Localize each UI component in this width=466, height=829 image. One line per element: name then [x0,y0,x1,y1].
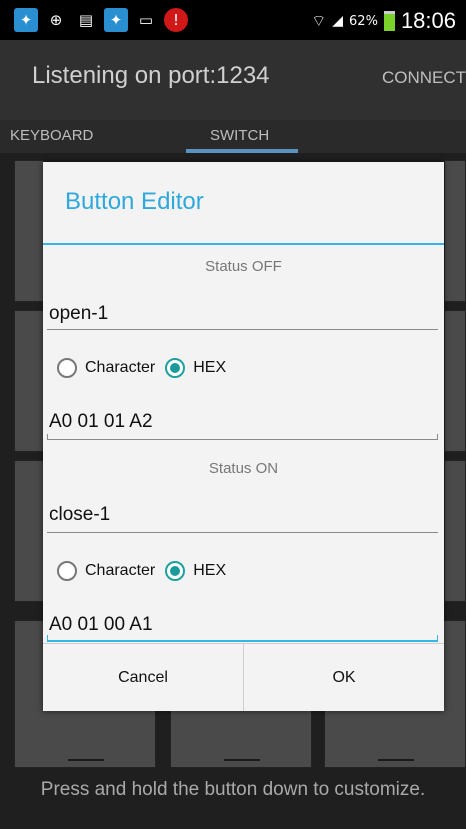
status-right: ⌔ ◢ 62% 18:06 [311,8,456,34]
title-divider [43,243,444,245]
status-on-name-underline [47,532,438,533]
connect-button[interactable]: CONNECT [382,68,466,88]
status-bar: ✦ ⊕ ▤ ✦ ▭ ! ⌔ ◢ 62% 18:06 [0,0,466,40]
status-off-character-radio[interactable] [57,358,77,378]
status-off-name-underline [47,329,438,330]
status-on-character-radio[interactable] [57,561,77,581]
radio-dot-icon [170,566,181,576]
battery-icon [383,11,395,31]
switch-button[interactable] [14,460,44,602]
button-editor-dialog: Button Editor Status OFF open-1 Characte… [43,162,444,711]
hint-text: Press and hold the button down to custom… [40,779,426,800]
status-off-hex-radio[interactable] [165,358,186,378]
switch-button[interactable] [444,310,466,452]
status-on-hex-label[interactable]: HEX [193,562,226,580]
switch-button[interactable] [14,310,44,452]
status-off-hex-label[interactable]: HEX [193,359,226,377]
status-on-value-field[interactable]: A0 01 00 A1 [49,614,153,636]
dialog-button-bar: Cancel OK [43,643,444,711]
list-icon: ▤ [78,11,94,29]
cell-signal-icon: ◢ [332,13,344,29]
cancel-button[interactable]: Cancel [43,644,244,711]
app-icon: ✦ [14,8,38,32]
status-off-name-field[interactable]: open-1 [49,303,108,325]
tab-selected-indicator [186,149,298,153]
notification-icons: ✦ ⊕ ▤ ✦ ▭ ! [14,8,188,32]
switch-button[interactable] [444,160,466,302]
tab-switch[interactable]: SWITCH [210,127,269,144]
switch-button[interactable] [14,160,44,302]
status-on-value-underline [47,640,438,642]
tab-keyboard[interactable]: KEYBOARD [10,127,93,144]
battery-percent: 62% [349,13,378,29]
status-off-value-underline [47,439,438,440]
status-on-name-field[interactable]: close-1 [49,504,110,526]
status-off-value-field[interactable]: A0 01 01 A2 [49,411,153,433]
status-off-character-label[interactable]: Character [85,359,155,377]
signal-swap-icon: ⊕ [49,11,63,29]
ok-button[interactable]: OK [244,644,444,711]
tab-bar: KEYBOARD SWITCH [0,120,466,153]
dialog-title: Button Editor [65,188,204,215]
switch-button[interactable] [444,460,466,602]
status-on-hex-radio[interactable] [165,561,186,581]
radio-dot-icon [170,363,181,373]
status-off-label: Status OFF [205,258,282,275]
action-bar: Listening on port:1234 CONNECT [0,40,466,120]
field-edge [47,635,48,641]
field-edge [437,635,438,641]
status-on-character-label[interactable]: Character [85,562,155,580]
app-icon: ✦ [104,8,128,32]
status-on-label: Status ON [208,460,279,477]
field-edge [437,434,438,440]
clock: 18:06 [400,8,456,33]
image-icon: ▭ [138,11,154,29]
wifi-icon: ⌔ [311,11,327,30]
status-off-mode-group: Character HEX [57,358,236,378]
status-on-mode-group: Character HEX [57,561,236,581]
app-title: Listening on port:1234 [32,62,270,89]
field-edge [47,434,48,440]
alert-icon: ! [164,8,188,32]
